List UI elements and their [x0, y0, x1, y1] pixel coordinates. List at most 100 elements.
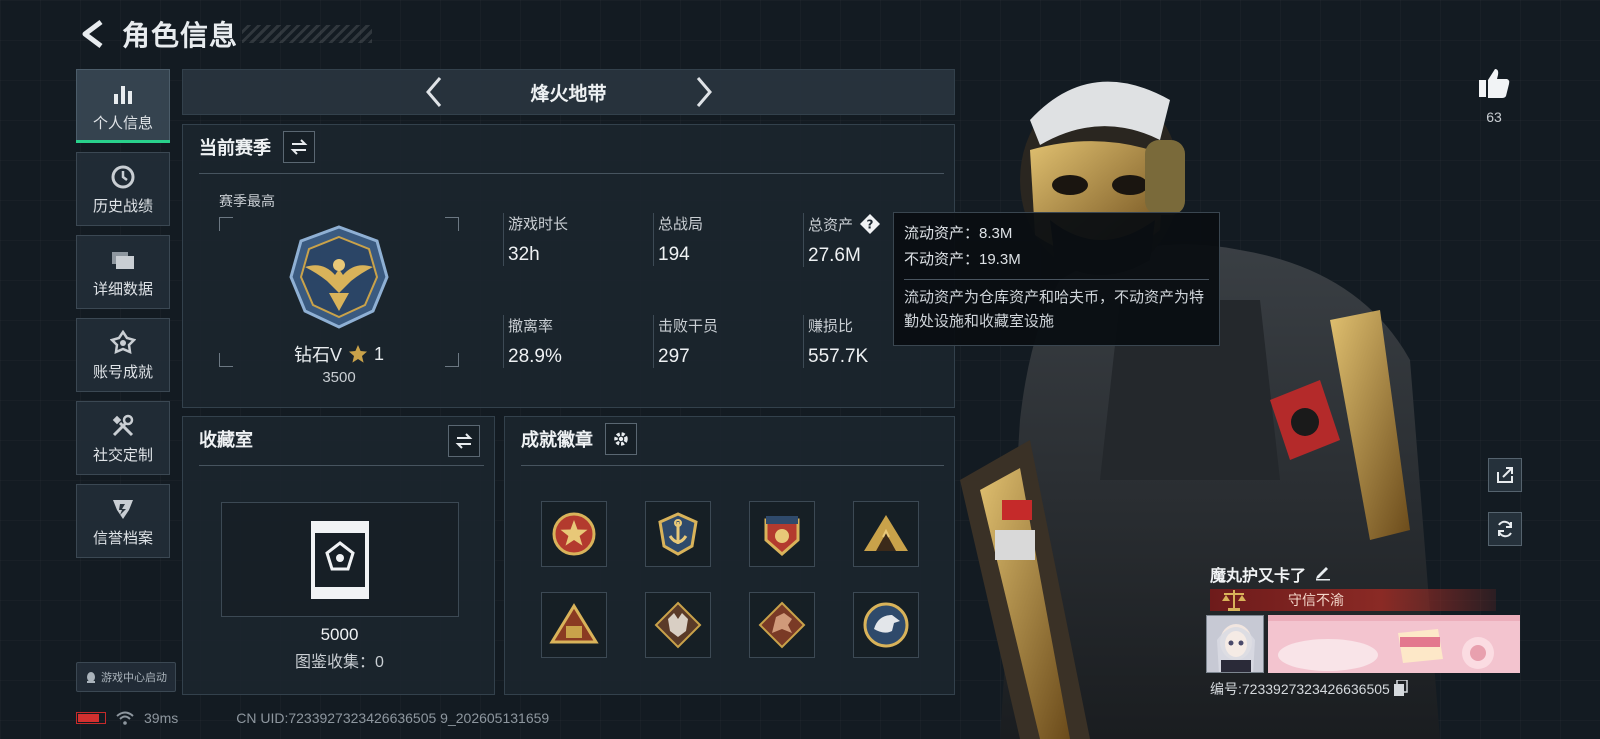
stat-label: 总战局 [658, 216, 704, 233]
refresh-icon [1498, 520, 1512, 538]
stat-label: 游戏时长 [508, 216, 569, 233]
achievement-settings-button[interactable] [605, 423, 637, 455]
nav-item-history[interactable]: 历史战绩 [76, 152, 170, 226]
nav-label: 历史战绩 [92, 197, 153, 215]
rank-name: 钻石V 1 [219, 341, 459, 367]
section-divider [199, 465, 484, 466]
swap-icon [290, 139, 308, 155]
swap-icon [455, 433, 473, 449]
collection-room-panel[interactable]: 收藏室 5000 图鉴收集：0 [182, 416, 495, 695]
nav-item-profile[interactable]: 个人信息 [76, 69, 170, 143]
achievement-title: 成就徽章 [521, 430, 593, 450]
achievement-icon [109, 329, 137, 357]
diamond-rank-emblem-icon [289, 225, 389, 329]
season-title: 当前赛季 [199, 138, 271, 158]
chevron-left-icon [425, 77, 441, 107]
nav-item-details[interactable]: 详细数据 [76, 235, 170, 309]
achievement-badge[interactable] [853, 592, 919, 658]
shield-icon [109, 495, 137, 523]
nav-item-credit[interactable]: 信誉档案 [76, 484, 170, 558]
status-bar: 39ms CN UID:7233927323426636505 9_202605… [76, 708, 549, 728]
tooltip-fixed-assets: 不动资产：19.3M [904, 251, 1021, 268]
season-high-label: 赛季最高 [219, 193, 275, 209]
display-case-icon [311, 520, 369, 599]
stat-value: 28.9% [508, 346, 562, 367]
rank-label: 钻石V [293, 345, 342, 365]
eagle-head-badge-icon [863, 602, 909, 648]
svg-text:?: ? [867, 218, 874, 232]
season-switch-button[interactable] [283, 131, 315, 163]
star-badge-icon [552, 512, 596, 556]
collection-count: 图鉴收集：0 [295, 654, 384, 671]
tooltip-divider [904, 279, 1209, 280]
collection-switch-button[interactable] [448, 425, 480, 457]
page-title: 角色信息 [122, 20, 239, 51]
achievement-header: 成就徽章 [505, 417, 954, 461]
collection-display [221, 502, 459, 617]
stat-value: 32h [508, 244, 540, 265]
gear-icon [614, 432, 628, 446]
scales-emblem-icon [1222, 590, 1246, 611]
player-id: 编号:7233927323426636505 [1210, 681, 1390, 697]
pyramid-badge-icon [549, 603, 599, 644]
achievement-badge[interactable] [645, 501, 711, 567]
chevron-right-icon [696, 77, 712, 107]
player-name: 魔丸护又卡了 [1210, 568, 1307, 585]
uid-text: CN UID:7233927323426636505 9_20260513165… [236, 710, 550, 726]
anchor-badge-icon [658, 512, 698, 556]
battery-level [78, 714, 99, 722]
avatar-image [1207, 616, 1263, 672]
stat-play-time: 游戏时长 32h [503, 213, 643, 266]
game-center-launch-badge[interactable]: 游戏中心启动 [76, 662, 176, 692]
next-mode-button[interactable] [689, 74, 719, 110]
back-arrow-icon [82, 20, 103, 48]
refresh-button[interactable] [1488, 512, 1522, 546]
like-count: 63 [1486, 109, 1502, 125]
bar-chart-icon [109, 80, 137, 108]
share-button[interactable] [1488, 458, 1522, 492]
player-id-row: 编号:7233927323426636505 [1210, 678, 1408, 699]
rank-points: 3500 [322, 369, 356, 386]
copy-icon [1393, 678, 1408, 696]
prev-mode-button[interactable] [419, 74, 449, 110]
title-decoration [242, 25, 373, 43]
back-button[interactable] [76, 16, 110, 52]
qq-icon [87, 671, 95, 683]
help-icon[interactable]: ? [859, 213, 881, 235]
achievement-badge[interactable] [541, 501, 607, 567]
season-header: 当前赛季 [183, 125, 954, 169]
player-name-row: 魔丸护又卡了 [1210, 562, 1332, 586]
achievement-badge[interactable] [853, 501, 919, 567]
avatar[interactable] [1206, 615, 1264, 673]
collection-value: 5000 [320, 625, 359, 644]
copy-id-button[interactable] [1393, 678, 1408, 699]
achievement-badge[interactable] [749, 501, 815, 567]
stat-label: 撤离率 [508, 318, 554, 335]
launch-label: 游戏中心启动 [101, 672, 167, 684]
nav-item-achievements[interactable]: 账号成就 [76, 318, 170, 392]
assets-tooltip: 流动资产：8.3M 不动资产：19.3M 流动资产为仓库资产和哈夫币，不动资产为… [893, 212, 1220, 346]
nav-label: 详细数据 [92, 280, 153, 298]
stat-value: 194 [658, 244, 690, 265]
eagle-badge-icon [764, 516, 800, 556]
achievement-badges-panel: 成就徽章 [504, 416, 955, 695]
page-header: 角色信息 [76, 14, 373, 54]
thumbs-up-icon [1479, 69, 1510, 98]
nav-label: 社交定制 [92, 446, 153, 464]
achievement-badge[interactable] [749, 592, 815, 658]
achievement-badge[interactable] [541, 592, 607, 658]
nav-label: 账号成就 [92, 363, 153, 381]
stat-extraction-rate: 撤离率 28.9% [503, 315, 643, 368]
edit-name-button[interactable] [1314, 563, 1332, 586]
nav-item-social[interactable]: 社交定制 [76, 401, 170, 475]
current-season-panel: 当前赛季 赛季最高 钻石V 1 3500 游戏时长 32h 总战局 194 总资… [182, 124, 955, 408]
tools-icon [109, 412, 137, 440]
collection-title: 收藏室 [199, 430, 253, 450]
battery-icon [76, 712, 106, 724]
like-button[interactable]: 63 [1474, 66, 1514, 125]
share-icon [1497, 467, 1513, 483]
tooltip-liquid-assets: 流动资产：8.3M [904, 225, 1013, 242]
stat-value: 557.7K [808, 346, 869, 367]
dragon-badge-icon [758, 601, 806, 649]
achievement-badge[interactable] [645, 592, 711, 658]
